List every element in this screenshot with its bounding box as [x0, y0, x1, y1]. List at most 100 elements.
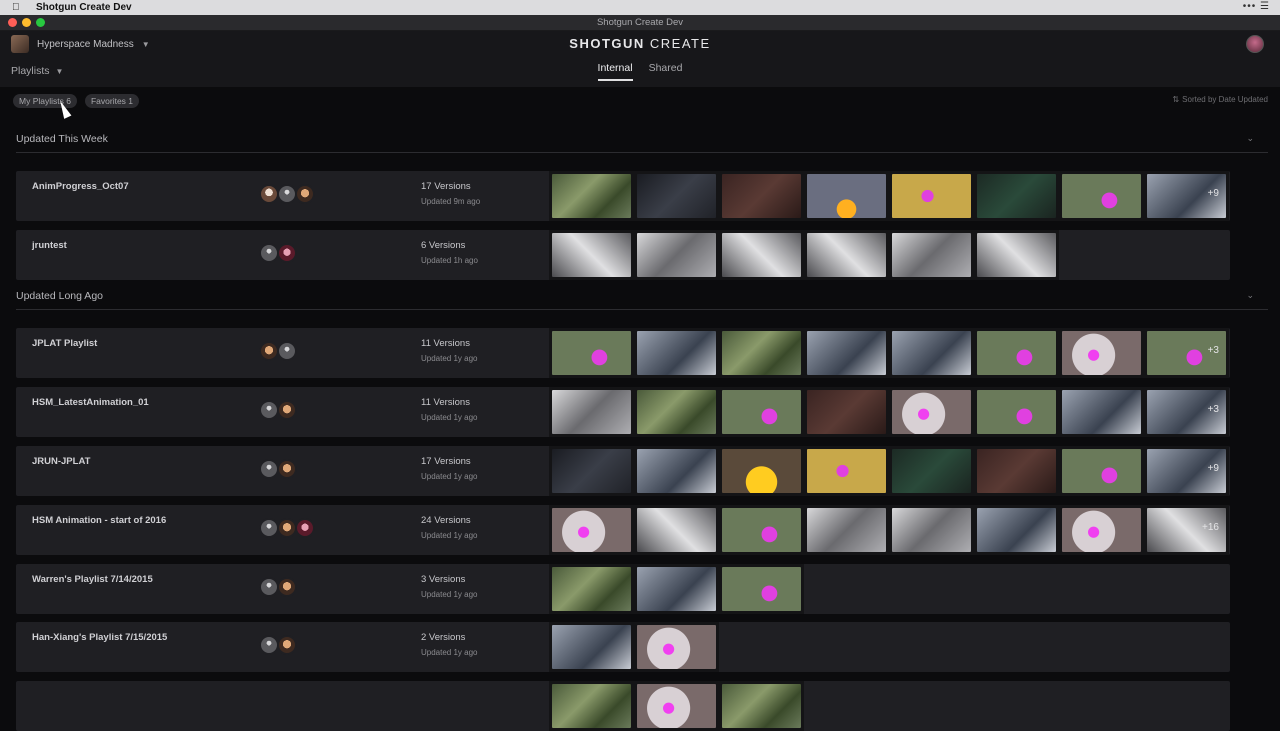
version-thumbnail[interactable] — [549, 171, 634, 221]
version-thumbnail[interactable] — [719, 328, 804, 378]
version-thumbnail[interactable] — [974, 230, 1059, 280]
thumbnail-image — [1062, 331, 1141, 375]
version-thumbnail[interactable] — [719, 387, 804, 437]
version-thumbnail[interactable] — [974, 505, 1059, 555]
version-thumbnail[interactable] — [974, 387, 1059, 437]
version-thumbnail[interactable] — [719, 505, 804, 555]
playlist-row[interactable]: JPLAT Playlist 11 Versions Updated 1y ago +… — [16, 328, 1230, 378]
version-thumbnail[interactable] — [889, 171, 974, 221]
participant-avatar — [259, 341, 279, 361]
updated-time: Updated 1y ago — [421, 354, 478, 363]
version-thumbnails: +16 — [549, 505, 1229, 555]
version-thumbnail[interactable] — [1059, 446, 1144, 496]
version-thumbnail[interactable]: +16 — [1144, 505, 1229, 555]
version-thumbnail[interactable] — [634, 230, 719, 280]
version-thumbnail[interactable] — [974, 446, 1059, 496]
playlist-row[interactable]: AnimProgress_Oct07 17 Versions Updated 9m … — [16, 171, 1230, 221]
version-thumbnail[interactable] — [889, 446, 974, 496]
playlist-row[interactable]: jruntest 6 Versions Updated 1h ago — [16, 230, 1230, 280]
version-thumbnail[interactable] — [1059, 328, 1144, 378]
version-thumbnail[interactable]: +9 — [1144, 446, 1229, 496]
tab-shared[interactable]: Shared — [649, 62, 683, 81]
version-thumbnail[interactable] — [634, 564, 719, 614]
version-thumbnail[interactable] — [549, 564, 634, 614]
version-thumbnail[interactable] — [549, 328, 634, 378]
version-thumbnail[interactable] — [549, 446, 634, 496]
version-thumbnail[interactable] — [974, 328, 1059, 378]
version-thumbnail[interactable] — [634, 387, 719, 437]
version-thumbnail[interactable] — [1059, 387, 1144, 437]
menubar-app-name[interactable]: Shotgun Create Dev — [36, 2, 132, 13]
version-thumbnail[interactable] — [974, 171, 1059, 221]
thumbnail-image — [892, 390, 971, 434]
participant-avatar — [277, 635, 297, 655]
favorites-filter[interactable]: Favorites 1 — [84, 94, 140, 108]
section-title: Updated This Week — [16, 133, 108, 145]
version-thumbnail[interactable] — [719, 446, 804, 496]
version-thumbnail[interactable] — [889, 387, 974, 437]
logo-bold: SHOTGUN — [569, 36, 645, 51]
chevron-down-icon[interactable]: ⌄ — [1246, 290, 1254, 301]
version-thumbnail[interactable] — [719, 230, 804, 280]
version-thumbnail[interactable] — [549, 505, 634, 555]
version-thumbnail[interactable] — [1059, 505, 1144, 555]
apple-icon[interactable]:  — [12, 2, 26, 13]
version-thumbnails — [549, 622, 719, 672]
participant-avatar — [277, 341, 297, 361]
version-thumbnail[interactable] — [634, 446, 719, 496]
zoom-window-button[interactable] — [36, 18, 45, 27]
version-thumbnail[interactable] — [549, 622, 634, 672]
version-thumbnail[interactable] — [634, 622, 719, 672]
participants — [259, 577, 297, 597]
user-avatar[interactable] — [1246, 35, 1264, 53]
thumbnail-image — [552, 449, 631, 493]
window-controls — [8, 18, 45, 27]
version-thumbnail[interactable] — [719, 564, 804, 614]
version-thumbnail[interactable] — [719, 681, 804, 731]
version-thumbnail[interactable]: +3 — [1144, 387, 1229, 437]
version-thumbnail[interactable] — [804, 328, 889, 378]
version-thumbnail[interactable] — [719, 171, 804, 221]
participant-avatar — [277, 459, 297, 479]
version-thumbnail[interactable] — [889, 230, 974, 280]
version-thumbnail[interactable] — [804, 230, 889, 280]
playlist-row[interactable]: JRUN-JPLAT 17 Versions Updated 1y ago +9 — [16, 446, 1230, 496]
playlist-row[interactable] — [16, 681, 1230, 731]
section-updated-this-week[interactable]: Updated This Week ⌄ — [16, 133, 1268, 153]
section-updated-long-ago[interactable]: Updated Long Ago ⌄ — [16, 290, 1268, 310]
playlist-row[interactable]: Han-Xiang's Playlist 7/15/2015 2 Versions… — [16, 622, 1230, 672]
chevron-down-icon[interactable]: ⌄ — [1246, 133, 1254, 144]
version-thumbnail[interactable]: +3 — [1144, 328, 1229, 378]
minimize-window-button[interactable] — [22, 18, 31, 27]
menubar-status-icons[interactable]: ••• ☰ — [1243, 1, 1270, 12]
version-thumbnail[interactable] — [889, 505, 974, 555]
version-thumbnail[interactable] — [804, 171, 889, 221]
playlist-row[interactable]: HSM_LatestAnimation_01 11 Versions Updated… — [16, 387, 1230, 437]
version-thumbnail[interactable] — [549, 387, 634, 437]
thumbnail-image — [637, 508, 716, 552]
close-window-button[interactable] — [8, 18, 17, 27]
version-thumbnail[interactable] — [634, 328, 719, 378]
tab-internal[interactable]: Internal — [597, 62, 633, 81]
version-thumbnail[interactable] — [1059, 171, 1144, 221]
version-thumbnail[interactable] — [889, 328, 974, 378]
sort-icon: ⇅ — [1172, 95, 1180, 104]
version-thumbnail[interactable]: +9 — [1144, 171, 1229, 221]
version-thumbnail[interactable] — [804, 505, 889, 555]
sort-control[interactable]: ⇅ Sorted by Date Updated — [1172, 95, 1268, 104]
thumbnail-image — [552, 331, 631, 375]
version-thumbnail[interactable] — [549, 230, 634, 280]
thumbnail-image — [977, 390, 1056, 434]
playlist-row[interactable]: Warren's Playlist 7/14/2015 3 Versions Upd… — [16, 564, 1230, 614]
playlist-row[interactable]: HSM Animation - start of 2016 24 Versions… — [16, 505, 1230, 555]
version-thumbnail[interactable] — [634, 681, 719, 731]
version-thumbnail[interactable] — [804, 446, 889, 496]
version-thumbnail[interactable] — [634, 171, 719, 221]
participants — [259, 184, 315, 204]
version-thumbnail[interactable] — [549, 681, 634, 731]
thumbnail-image — [892, 233, 971, 277]
version-thumbnail[interactable] — [804, 387, 889, 437]
version-thumbnail[interactable] — [634, 505, 719, 555]
version-thumbnails: +9 — [549, 446, 1229, 496]
version-thumbnails: +9 — [549, 171, 1229, 221]
